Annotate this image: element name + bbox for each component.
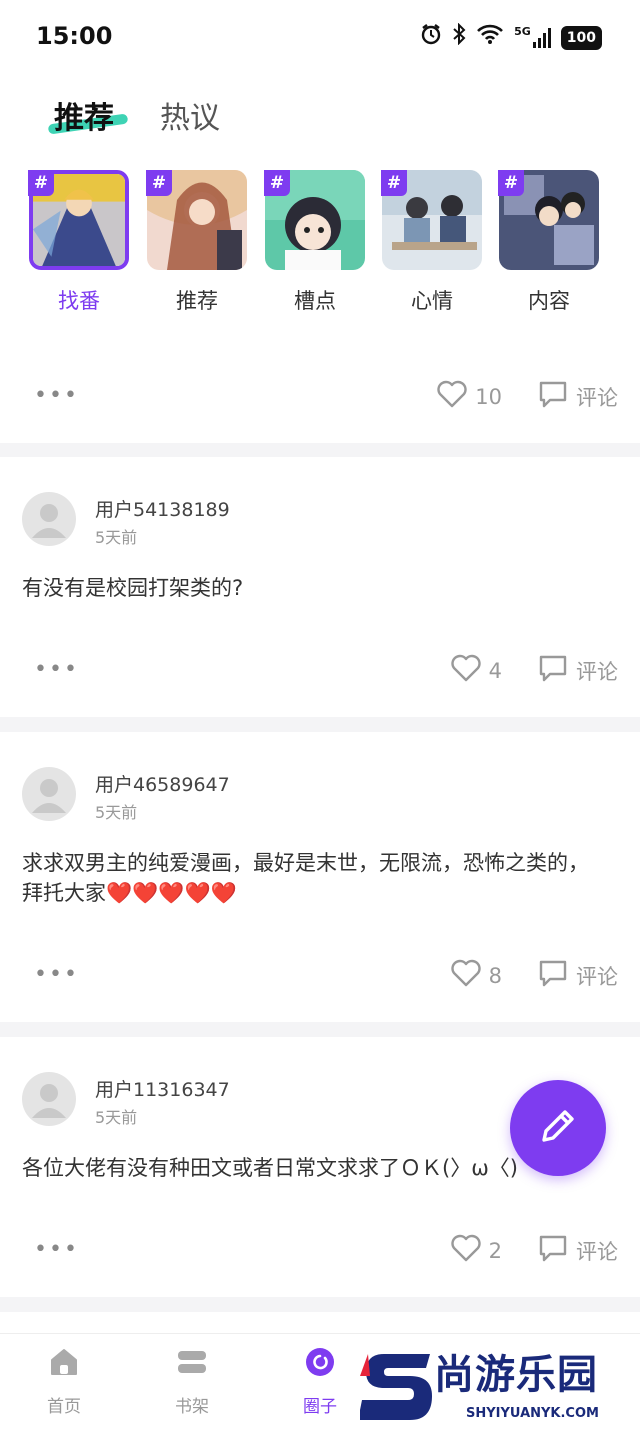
more-options-icon[interactable]: •••: [34, 383, 79, 408]
nav-label: 书架: [175, 1397, 209, 1417]
category-find-anime[interactable]: # 找番: [28, 170, 130, 315]
comment-icon: [538, 654, 568, 687]
post-actions: ••• 8 评论: [0, 954, 640, 994]
hashtag-badge: #: [146, 170, 172, 196]
username[interactable]: 用户54138189: [95, 495, 230, 522]
like-button[interactable]: 10: [437, 380, 502, 413]
heart-icon: [450, 1234, 481, 1267]
tab-recommend[interactable]: 推荐: [54, 93, 114, 137]
avatar[interactable]: [22, 767, 76, 821]
pencil-icon: [536, 1104, 580, 1152]
like-button[interactable]: 2: [450, 1234, 502, 1267]
comment-label: 评论: [576, 964, 618, 989]
bluetooth-icon: [452, 22, 466, 54]
bookshelf-icon: [176, 1346, 208, 1378]
post-actions: ••• 4 评论: [0, 649, 640, 689]
category-content[interactable]: # 内容: [498, 170, 600, 315]
post-time: 5天前: [95, 528, 138, 547]
nav-item-bookshelf[interactable]: 书架: [128, 1334, 256, 1430]
category-label: 槽点: [294, 289, 336, 313]
category-complaints[interactable]: # 槽点: [264, 170, 366, 315]
category-row: # 找番 # 推荐 # 槽点 # 心情 # 内容: [0, 170, 640, 320]
hashtag-badge: #: [381, 170, 407, 196]
watermark-s-icon: [358, 1348, 434, 1428]
wifi-icon: [476, 23, 504, 54]
category-recommend[interactable]: # 推荐: [146, 170, 248, 315]
like-count: 4: [488, 658, 502, 683]
comment-button[interactable]: 评论: [538, 654, 618, 687]
like-button[interactable]: 4: [450, 654, 502, 687]
username[interactable]: 用户11316347: [95, 1075, 230, 1102]
home-icon: [48, 1346, 80, 1378]
comment-button[interactable]: 评论: [538, 380, 618, 413]
more-options-icon[interactable]: •••: [34, 1237, 79, 1262]
post-time: 5天前: [95, 803, 138, 822]
circle-icon: [304, 1346, 336, 1378]
post-text[interactable]: 各位大佬有没有种田文或者日常文求求了ＯＫ(〉ω〈): [22, 1153, 600, 1183]
network-type: 5G: [514, 25, 531, 38]
post-time: 5天前: [95, 1108, 138, 1127]
status-bar: 15:00 5G 100: [0, 0, 640, 75]
username[interactable]: 用户46589647: [95, 770, 230, 797]
comment-icon: [538, 380, 568, 413]
post-actions: ••• 2 评论: [0, 1229, 640, 1269]
more-options-icon[interactable]: •••: [34, 657, 79, 682]
tab-hot-discussion[interactable]: 热议: [160, 93, 220, 137]
top-post-actions: ••• 10 评论: [0, 375, 640, 415]
avatar[interactable]: [22, 1072, 76, 1126]
comment-button[interactable]: 评论: [538, 1234, 618, 1267]
comment-label: 评论: [576, 385, 618, 410]
comment-icon: [538, 1234, 568, 1267]
post-card[interactable]: 用户46589647 5天前 求求双男主的纯爱漫画，最好是末世，无限流，恐怖之类…: [0, 732, 640, 1022]
alarm-icon: [420, 23, 442, 54]
more-options-icon[interactable]: •••: [34, 962, 79, 987]
avatar[interactable]: [22, 492, 76, 546]
heart-icon: [437, 380, 467, 413]
compose-post-button[interactable]: [510, 1080, 606, 1176]
heart-icon: [450, 959, 481, 992]
battery-indicator: 100: [560, 26, 602, 50]
like-count: 2: [488, 1238, 502, 1263]
top-section: 推荐 热议 # 找番 # 推荐 # 槽点 # 心情 # 内容 ••• 10 评论: [0, 75, 640, 443]
like-count: 10: [475, 384, 502, 409]
nav-item-home[interactable]: 首页: [0, 1334, 128, 1430]
heart-icon: [450, 654, 481, 687]
category-label: 推荐: [176, 289, 218, 313]
watermark-text: 尚游乐园: [434, 1352, 598, 1398]
post-card-partial: [0, 1312, 640, 1333]
category-mood[interactable]: # 心情: [381, 170, 483, 315]
watermark-logo: 尚游乐园 SHYIYUANYK.COM: [358, 1342, 640, 1430]
comment-icon: [538, 959, 568, 992]
post-card[interactable]: 用户54138189 5天前 有没有是校园打架类的? ••• 4 评论: [0, 457, 640, 717]
category-label: 内容: [528, 289, 570, 313]
status-icons: 5G 100: [420, 22, 602, 54]
nav-label: 首页: [47, 1397, 81, 1417]
category-label: 心情: [411, 289, 453, 313]
comment-label: 评论: [576, 659, 618, 684]
post-text[interactable]: 有没有是校园打架类的?: [22, 573, 600, 603]
watermark-subtext: SHYIYUANYK.COM: [466, 1406, 599, 1421]
hashtag-badge: #: [28, 170, 54, 196]
category-label: 找番: [58, 289, 100, 313]
like-count: 8: [488, 963, 502, 988]
hashtag-badge: #: [264, 170, 290, 196]
like-button[interactable]: 8: [450, 959, 502, 992]
comment-button[interactable]: 评论: [538, 959, 618, 992]
signal-icon: [532, 28, 551, 48]
comment-label: 评论: [576, 1239, 618, 1264]
post-text[interactable]: 求求双男主的纯爱漫画，最好是末世，无限流，恐怖之类的，拜托大家❤️❤️❤️❤️❤…: [22, 848, 600, 908]
hashtag-badge: #: [498, 170, 524, 196]
status-time: 15:00: [36, 22, 113, 50]
